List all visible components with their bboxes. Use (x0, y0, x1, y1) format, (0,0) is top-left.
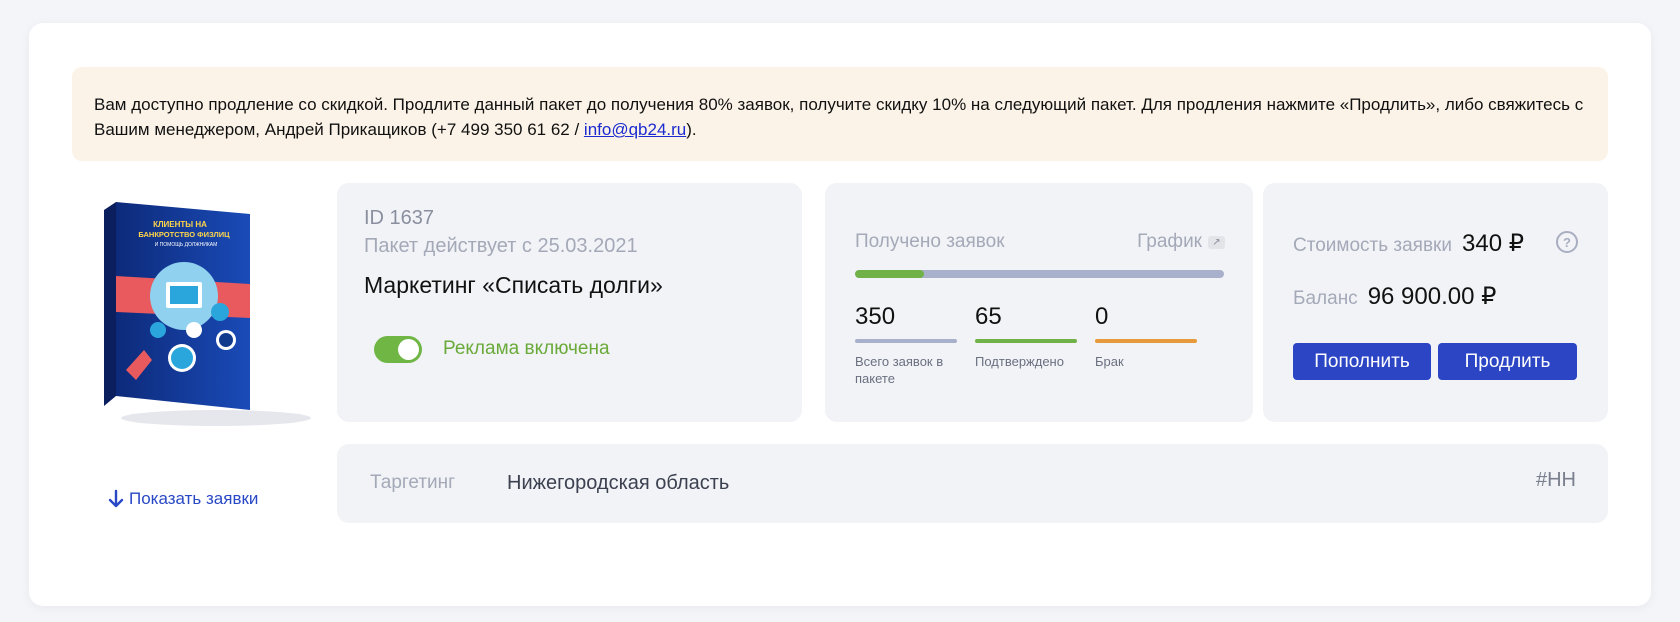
stat-confirmed-caption: Подтверждено (975, 354, 1064, 369)
stat-confirmed: 65 Подтверждено (975, 303, 1077, 370)
graph-link[interactable]: График ↗ (1137, 231, 1225, 253)
toggle-knob (398, 339, 419, 360)
targeting-label: Таргетинг (370, 472, 456, 493)
notice-text-end: ). (686, 120, 697, 139)
price-value: 340 ₽ (1462, 230, 1524, 257)
leads-panel: Получено заявок График ↗ 350 Всего заяво… (825, 183, 1253, 422)
leads-progress-fill (855, 270, 924, 278)
box-title-line1: КЛИЕНТЫ НА (153, 220, 207, 229)
targeting-region: Нижегородская область (507, 472, 730, 494)
stat-total-caption: Всего заявок в пакете (855, 354, 944, 386)
package-id: ID 1637 (364, 207, 435, 229)
arrow-down-icon (108, 489, 124, 508)
leads-title: Получено заявок (855, 231, 1005, 252)
product-box-image: КЛИЕНТЫ НА БАНКРОТСТВО ФИЗЛИЦ И ПОМОЩЬ Д… (96, 200, 318, 432)
stat-confirmed-line (975, 339, 1077, 343)
box-subtitle: И ПОМОЩЬ ДОЛЖНИКАМ (155, 242, 218, 248)
stat-total-value: 350 (855, 303, 896, 330)
renewal-notice: Вам доступно продление со скидкой. Продл… (72, 67, 1608, 161)
package-since: Пакет действует с 25.03.2021 (364, 235, 638, 257)
stat-total-line (855, 339, 957, 343)
leads-progress-bar (855, 270, 1224, 278)
stat-confirmed-value: 65 (975, 303, 1002, 330)
balance-value: 96 900.00 ₽ (1367, 283, 1497, 310)
box-title-line2: БАНКРОТСТВО ФИЗЛИЦ (138, 230, 230, 239)
ads-toggle-label: Реклама включена (443, 338, 610, 359)
notice-text: Вам доступно продление со скидкой. Продл… (94, 95, 1584, 139)
package-title: Маркетинг «Списать долги» (364, 272, 663, 298)
stat-total: 350 Всего заявок в пакете (855, 303, 957, 387)
ads-toggle[interactable] (374, 336, 422, 363)
targeting-tag: #НН (1535, 469, 1576, 491)
price-row: Стоимость заявки 340 ₽ (1293, 229, 1524, 258)
balance-row: Баланс 96 900.00 ₽ (1293, 282, 1496, 311)
extend-button[interactable]: Продлить (1438, 343, 1577, 380)
graph-icon: ↗ (1208, 235, 1225, 249)
targeting-panel: Таргетинг Нижегородская область #НН (337, 444, 1608, 523)
price-label: Стоимость заявки (1293, 235, 1452, 256)
show-leads-label: Показать заявки (129, 489, 259, 508)
manager-email-link[interactable]: info@qb24.ru (584, 120, 686, 139)
package-info-panel: ID 1637 Пакет действует с 25.03.2021 Мар… (337, 183, 802, 422)
help-icon[interactable]: ? (1556, 231, 1578, 253)
stat-reject-value: 0 (1095, 303, 1109, 330)
cost-panel: Стоимость заявки 340 ₽ ? Баланс 96 900.0… (1263, 183, 1608, 422)
topup-button[interactable]: Пополнить (1293, 343, 1431, 380)
graph-label: График (1137, 231, 1202, 252)
stat-reject-line (1095, 339, 1197, 343)
show-leads-link[interactable]: Показать заявки (107, 489, 258, 509)
balance-label: Баланс (1293, 288, 1358, 309)
stat-reject-caption: Брак (1095, 354, 1124, 369)
stat-reject: 0 Брак (1095, 303, 1197, 370)
